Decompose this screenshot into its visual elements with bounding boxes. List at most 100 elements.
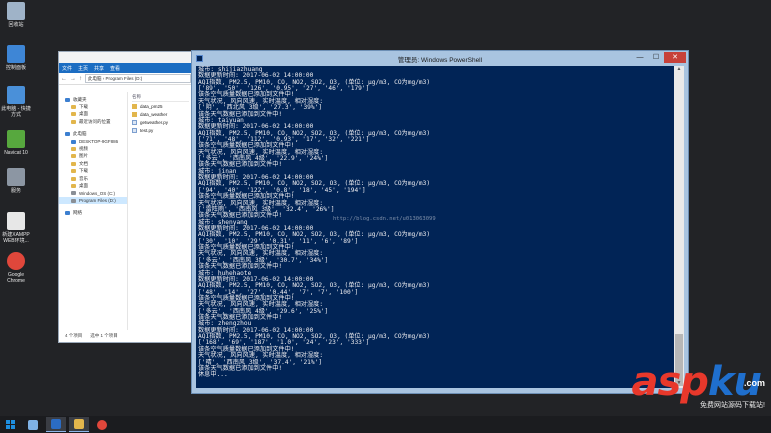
nav-item-label: 此电脑 <box>73 131 87 137</box>
chrome-icon <box>97 419 107 430</box>
powershell-taskbar-button[interactable] <box>46 417 66 432</box>
powershell-icon <box>196 55 203 62</box>
item-count: 4 个项目 <box>65 333 83 338</box>
folder-icon <box>71 105 76 110</box>
file-item[interactable]: getweather.py <box>132 118 189 126</box>
nav-item[interactable]: 视频 <box>59 145 127 152</box>
desktop-icon[interactable]: Navicat 10 <box>0 130 32 156</box>
desktop-icon-label: 服务 <box>10 188 21 194</box>
nav-item-label: 最近访问的位置 <box>79 118 111 124</box>
server-manager-button[interactable] <box>23 417 43 432</box>
python-file-icon <box>132 119 137 125</box>
nav-item[interactable]: 桌面 <box>59 111 127 118</box>
file-item[interactable]: test.py <box>132 126 189 134</box>
file-name: getweather.py <box>140 119 169 125</box>
file-explorer-window[interactable]: 文件 主页 共享 查看 ← → ↑ 此电脑 › Program Files (D:) … <box>58 51 194 343</box>
nav-item-label: 桌面 <box>79 111 88 117</box>
ribbon-tab[interactable]: 共享 <box>94 65 104 72</box>
back-arrow-icon[interactable]: ← <box>61 76 67 82</box>
nav-item-label: 网络 <box>73 210 82 216</box>
maximize-button[interactable]: ☐ <box>648 52 664 63</box>
explorer-address-row: ← → ↑ 此电脑 › Program Files (D:) <box>59 73 193 85</box>
nav-item[interactable]: 图片 <box>59 153 127 160</box>
desktop-icon[interactable]: 此电脑 - 快捷方式 <box>0 86 32 118</box>
logo-dotcom: .com <box>743 378 765 388</box>
nav-item-label: 下载 <box>79 104 88 110</box>
file-name: test.py <box>140 127 154 133</box>
selected-count: 选中 1 个项目 <box>90 333 118 338</box>
desktop-icon[interactable]: 新建XAMPP WEB环境... <box>0 212 32 244</box>
folder-icon <box>71 169 76 174</box>
nav-item[interactable]: 下载 <box>59 168 127 175</box>
nav-item[interactable]: 桌面 <box>59 182 127 189</box>
windows-logo-icon <box>5 420 15 429</box>
desktop-icon[interactable]: 服务 <box>0 168 32 194</box>
chrome-icon <box>7 252 25 270</box>
file-item[interactable]: data_pm25 <box>132 102 189 110</box>
desktop-icon[interactable]: Google Chrome <box>0 252 32 284</box>
folder-icon <box>71 147 76 152</box>
address-bar[interactable]: 此电脑 › Program Files (D:) <box>85 74 191 83</box>
nav-item-label: 视频 <box>79 146 88 152</box>
nav-item[interactable]: DESKTOP-9GF886 <box>59 138 127 145</box>
close-button[interactable]: ✕ <box>664 52 686 63</box>
logo-tagline: 免费网站源码下载站! <box>700 402 765 409</box>
nav-item[interactable]: 收藏夹 <box>59 96 127 103</box>
gear-icon <box>7 168 25 186</box>
chrome-taskbar-button[interactable] <box>92 417 112 432</box>
folder-icon <box>71 154 76 159</box>
powershell-titlebar[interactable]: 管理员: Windows PowerShell — ☐ ✕ <box>192 51 688 66</box>
explorer-body: 收藏夹 下载 桌面 最近访问的位置 此电脑 DESKTOP-9GF886 视频 图片 文档 下载音… <box>59 92 193 330</box>
folder-icon <box>74 419 84 429</box>
desktop-icon[interactable]: 回收站 <box>0 2 32 28</box>
column-header-name[interactable]: 名称 <box>132 94 189 102</box>
logo-wordmark: aspku <box>631 359 762 405</box>
nav-item-label: DESKTOP-9GF886 <box>79 139 119 145</box>
explorer-taskbar-button[interactable] <box>69 417 89 432</box>
desktop-icon-label: 回收站 <box>8 22 24 28</box>
start-button[interactable] <box>0 417 20 432</box>
powershell-icon <box>51 419 61 429</box>
forward-arrow-icon[interactable]: → <box>70 76 76 82</box>
server-manager-icon <box>28 419 38 430</box>
nav-item[interactable]: 下载 <box>59 103 127 110</box>
nav-item[interactable]: 最近访问的位置 <box>59 118 127 125</box>
ribbon-tab[interactable]: 查看 <box>110 65 120 72</box>
desktop-icon-label: Google Chrome <box>7 272 25 284</box>
console-scrollbar[interactable]: ▲ ▼ <box>674 66 684 388</box>
desktop: 回收站控制面板此电脑 - 快捷方式 Navicat 10 服务新建XAMPP WEB… <box>0 0 771 416</box>
nav-item-label: 收藏夹 <box>73 96 87 102</box>
nav-item[interactable]: Windows_OS (C:) <box>59 190 127 197</box>
nav-item[interactable]: 文档 <box>59 160 127 167</box>
folder-icon <box>132 103 137 109</box>
star-icon <box>65 97 70 102</box>
nav-item[interactable]: Program Files (D:) <box>59 197 127 205</box>
nav-item-label: 音乐 <box>79 175 88 181</box>
nav-item[interactable]: 音乐 <box>59 175 127 182</box>
explorer-ribbon-tabs: 文件 主页 共享 查看 <box>59 63 193 73</box>
scroll-up-icon[interactable]: ▲ <box>674 66 684 74</box>
minimize-button[interactable]: — <box>632 52 648 63</box>
explorer-titlebar[interactable] <box>59 52 193 63</box>
folder-icon <box>71 119 76 124</box>
folder-icon <box>71 112 76 117</box>
network-icon <box>65 211 70 216</box>
console-output[interactable]: 城市: shijiazhuang 数据更新时间: 2017-06-02 14:00… <box>196 66 674 388</box>
desktop-icon-label: 此电脑 - 快捷方式 <box>1 106 31 118</box>
ribbon-tab[interactable]: 文件 <box>62 65 72 72</box>
nav-item-label: 文档 <box>79 160 88 166</box>
desktop-icon-label: 新建XAMPP WEB环境... <box>2 232 30 244</box>
navicat-icon <box>7 130 25 148</box>
ribbon-tab[interactable]: 主页 <box>78 65 88 72</box>
computer-icon <box>7 86 25 104</box>
folder-icon <box>71 161 76 166</box>
nav-item[interactable]: 此电脑 <box>59 131 127 138</box>
file-item[interactable]: data_weather <box>132 110 189 118</box>
powershell-window[interactable]: 管理员: Windows PowerShell — ☐ ✕ 城市: shijia… <box>191 50 689 394</box>
desktop-icon[interactable]: 控制面板 <box>0 45 32 71</box>
text-file-icon <box>7 212 25 230</box>
recycle-bin-icon <box>7 2 25 20</box>
aspku-logo: aspku .com 免费网站源码下载站! <box>587 360 767 412</box>
up-arrow-icon[interactable]: ↑ <box>79 76 82 82</box>
nav-item[interactable]: 网络 <box>59 209 127 216</box>
